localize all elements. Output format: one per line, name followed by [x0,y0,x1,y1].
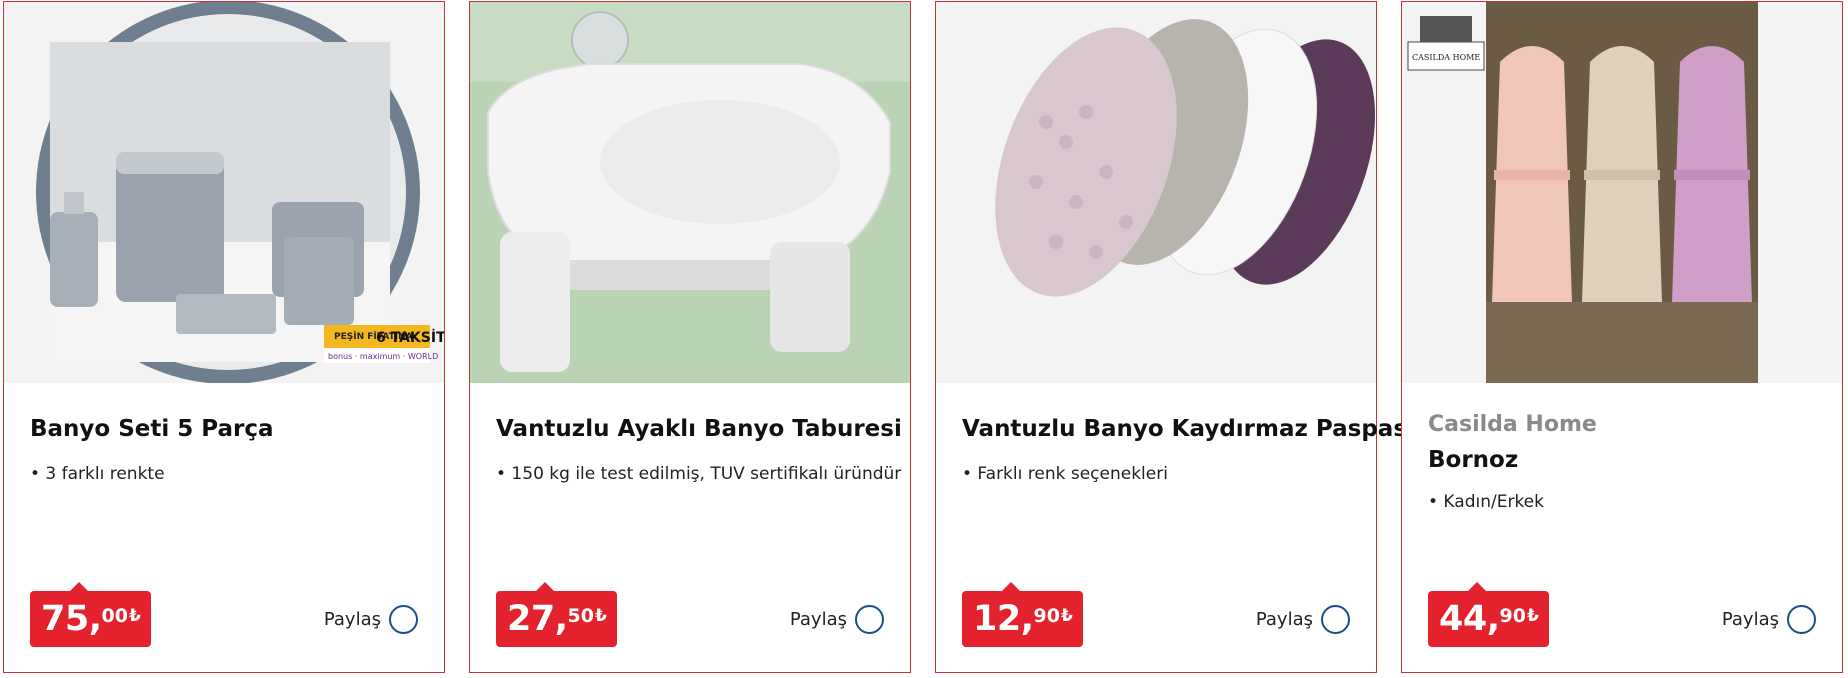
share-label: Paylaş [323,609,381,630]
currency-symbol: ₺ [1526,606,1539,626]
share-circle-icon[interactable] [855,605,884,634]
share-button[interactable]: Paylaş [1256,605,1350,634]
share-button[interactable]: Paylaş [1722,605,1816,634]
share-label: Paylaş [1721,609,1779,630]
share-circle-icon[interactable] [1321,605,1350,634]
product-card[interactable]: CASILDA HOME Casilda Home Bornoz • Kadın… [1401,1,1843,673]
product-image[interactable] [936,2,1376,383]
product-card[interactable]: Vantuzlu Banyo Kaydırmaz Paspas • Farklı… [935,1,1407,673]
currency-symbol: ₺ [1060,606,1073,626]
price-integer: 75, [41,599,102,639]
product-feature: • Farklı renk seçenekleri [962,464,1168,484]
product-image[interactable] [470,2,910,383]
share-circle-icon[interactable] [1787,605,1816,634]
brand-logo: CASILDA HOME [1412,53,1480,62]
price-badge: 75, 00 ₺ [30,582,151,647]
price-integer: 12, [973,599,1034,639]
price-decimal: 90 [1499,605,1526,627]
product-title[interactable]: Banyo Seti 5 Parça [30,416,274,442]
share-circle-icon[interactable] [389,605,418,634]
product-feature: • 150 kg ile test edilmiş, TUV sertifika… [496,464,902,484]
product-feature: • 3 farklı renkte [30,464,165,484]
product-title[interactable]: Vantuzlu Ayaklı Banyo Taburesi [496,416,902,442]
product-title[interactable]: Vantuzlu Banyo Kaydırmaz Paspas [962,416,1407,442]
badge-banks: bonus · maximum · WORLD [328,352,438,361]
product-card[interactable]: PEŞİN FİYATINA 6 TAKSİT bonus · maximum … [3,1,445,673]
share-label: Paylaş [1255,609,1313,630]
share-button[interactable]: Paylaş [790,605,884,634]
price-badge: 44, 90 ₺ [1428,582,1549,647]
price-decimal: 90 [1033,605,1060,627]
product-image[interactable]: PEŞİN FİYATINA 6 TAKSİT bonus · maximum … [4,2,444,383]
price-decimal: 50 [567,605,594,627]
currency-symbol: ₺ [594,606,607,626]
share-label: Paylaş [789,609,847,630]
price-integer: 27, [507,599,568,639]
price-badge: 12, 90 ₺ [962,582,1083,647]
product-image[interactable]: CASILDA HOME [1402,2,1842,383]
currency-symbol: ₺ [128,606,141,626]
product-title[interactable]: Bornoz [1428,447,1518,473]
product-brand[interactable]: Casilda Home [1428,412,1597,437]
price-badge: 27, 50 ₺ [496,582,617,647]
price-integer: 44, [1439,599,1500,639]
share-button[interactable]: Paylaş [324,605,418,634]
price-decimal: 00 [101,605,128,627]
product-feature: • Kadın/Erkek [1428,492,1544,512]
badge-text-2: 6 TAKSİT [376,329,444,346]
product-card[interactable]: Vantuzlu Ayaklı Banyo Taburesi • 150 kg … [469,1,911,673]
